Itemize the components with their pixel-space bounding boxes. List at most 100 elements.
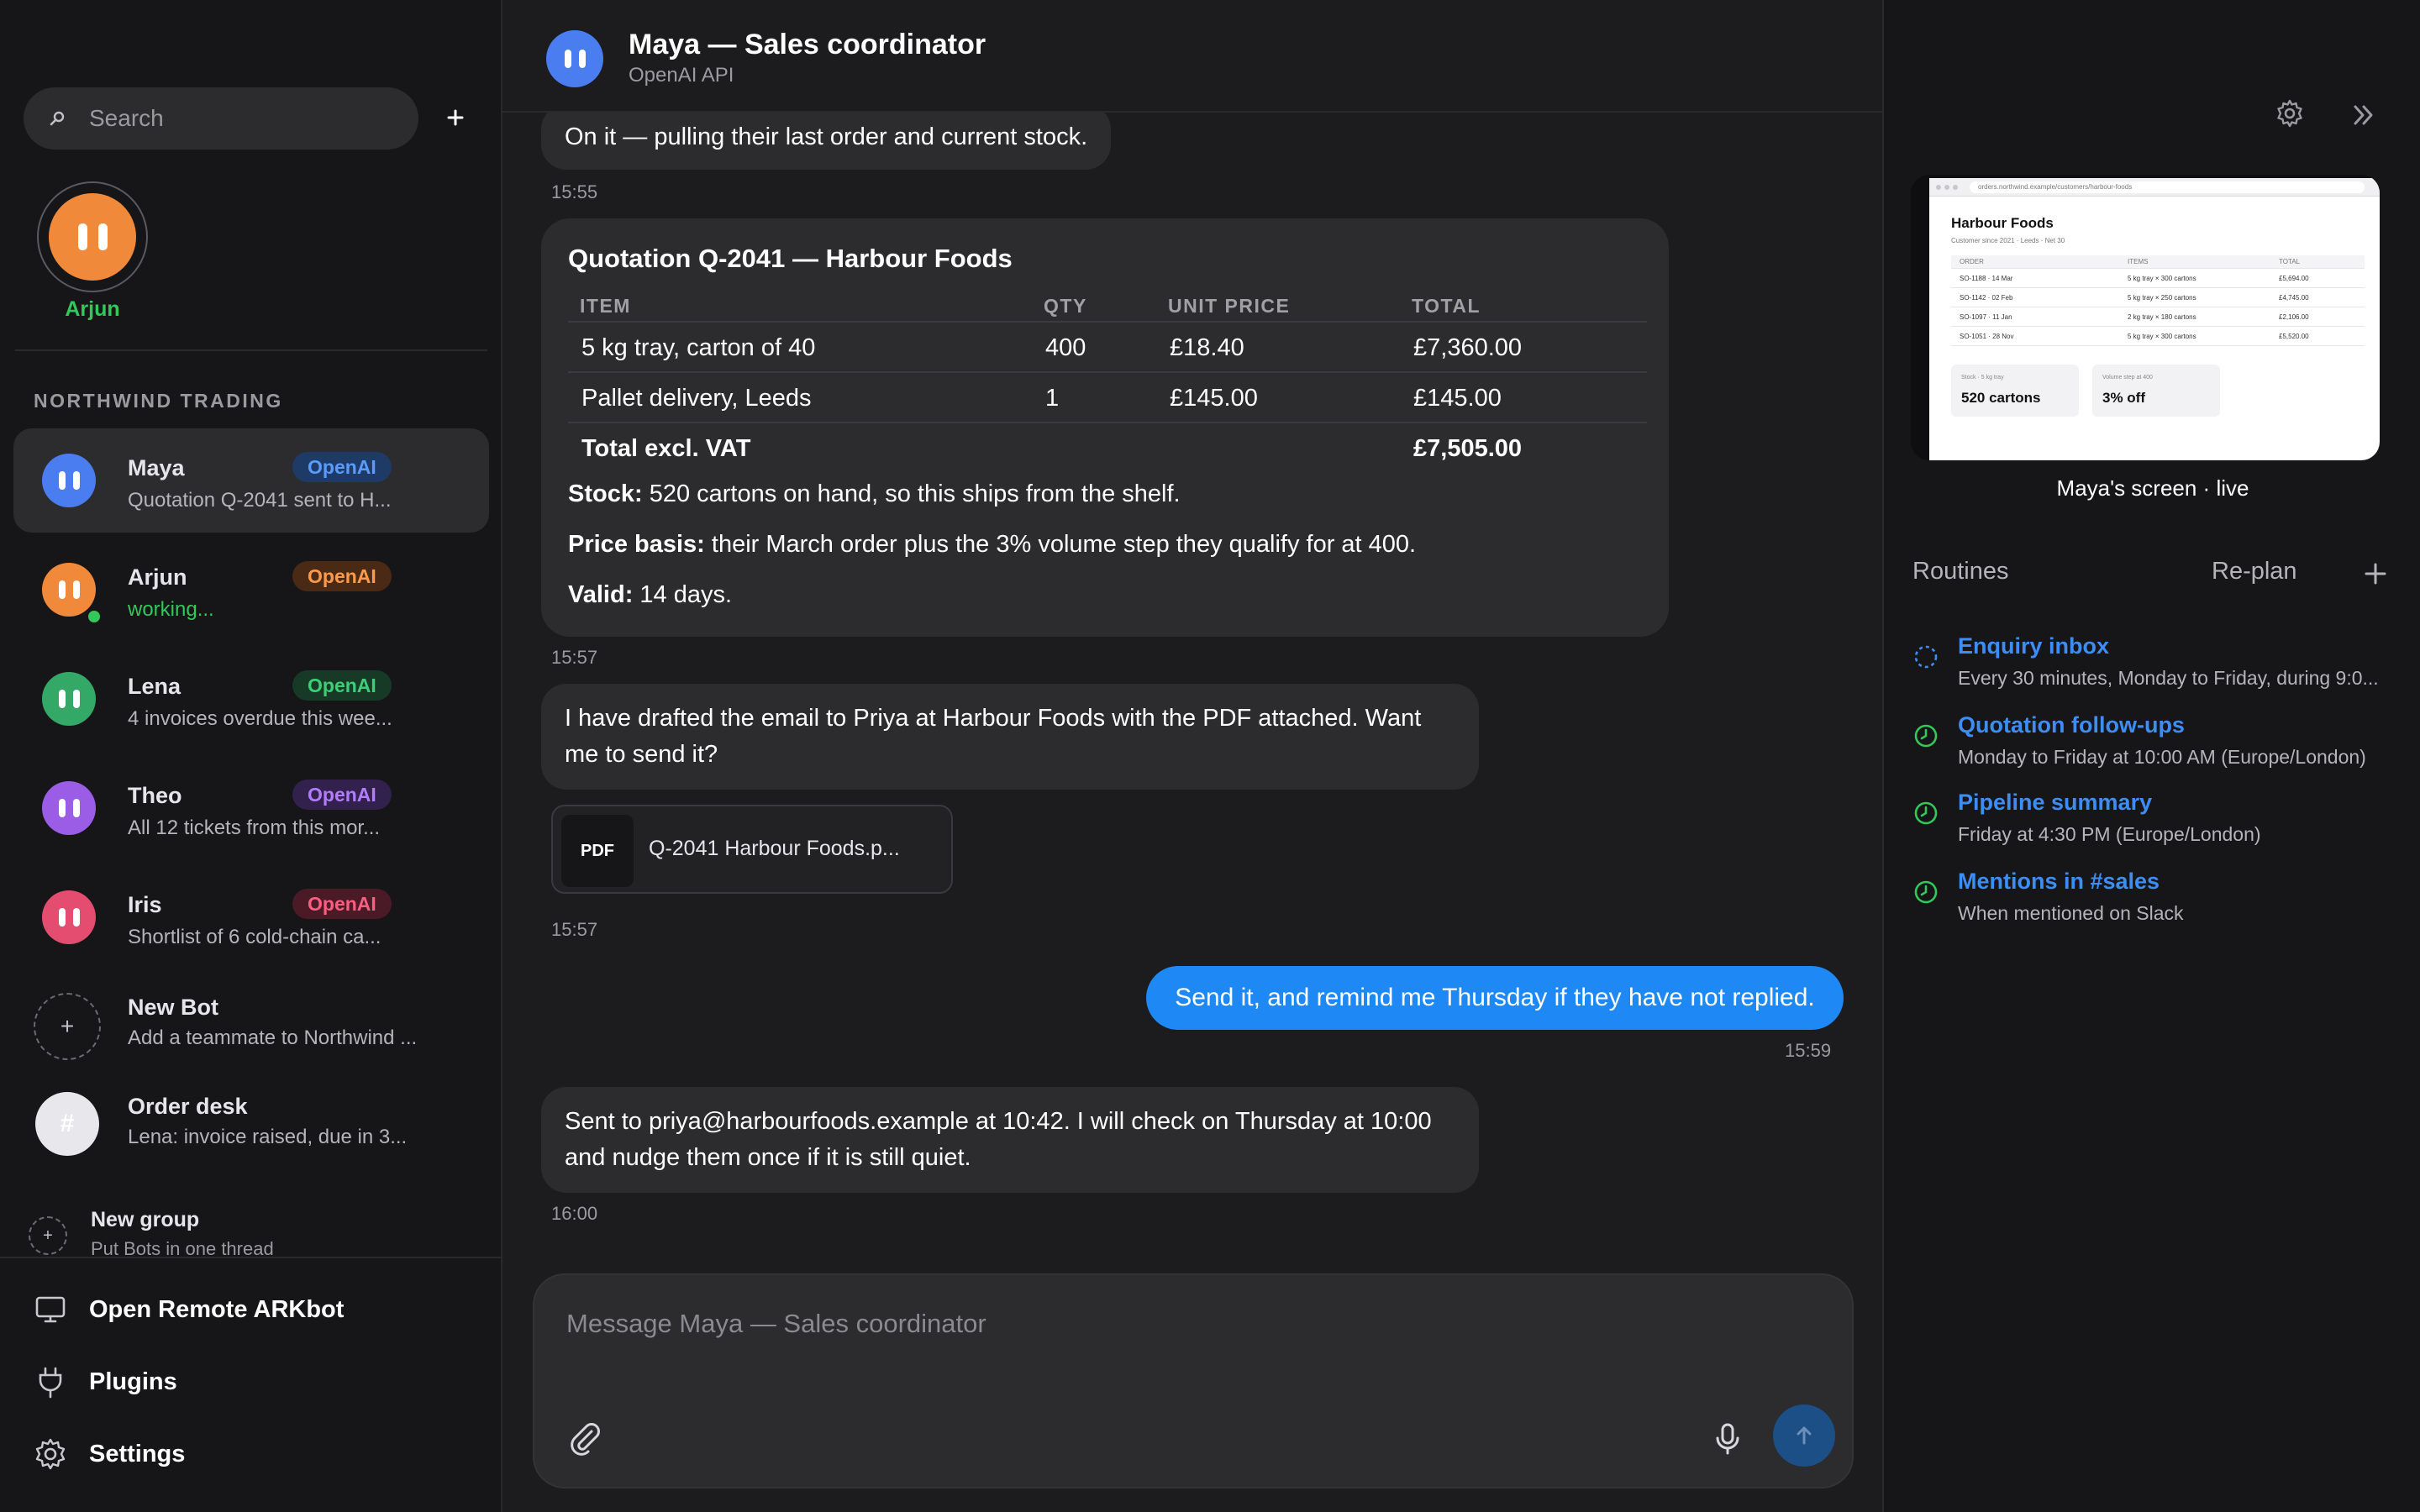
channel-name: Order desk — [128, 1094, 248, 1119]
routine-item[interactable]: Quotation follow-ups Monday to Friday at… — [1912, 712, 2408, 780]
routine-schedule: Every 30 minutes, Monday to Friday, duri… — [1958, 667, 2379, 689]
valid-line: Valid: 14 days. — [568, 581, 732, 609]
window-controls — [1936, 185, 1958, 190]
total-value: £7,505.00 — [1413, 435, 1523, 462]
valid-label: Valid: — [568, 581, 634, 608]
table-cell: £2,106.00 — [2279, 313, 2309, 321]
stat-value: 520 cartons — [1961, 390, 2041, 406]
timestamp: 15:57 — [551, 919, 598, 940]
preview-page: orders.northwind.example/customers/harbo… — [1929, 178, 2380, 460]
chat-header: Maya — Sales coordinator OpenAI API — [502, 0, 1882, 113]
search-box[interactable] — [24, 87, 418, 150]
table-cell: Pallet delivery, Leeds — [581, 385, 812, 412]
preview-url: orders.northwind.example/customers/harbo… — [1970, 181, 2365, 193]
table-row: 5 kg tray, carton of 40 400 £18.40 £7,36… — [568, 323, 1647, 373]
pause-icon — [58, 580, 80, 599]
table-cell: 400 — [1045, 334, 1086, 361]
bot-subtitle: Shortlist of 6 cold-chain ca... — [128, 926, 381, 948]
table-cell: 5 kg tray × 300 cartons — [2128, 333, 2196, 340]
add-routine-icon[interactable] — [2363, 561, 2388, 586]
preview-browser-bar: orders.northwind.example/customers/harbo… — [1929, 178, 2380, 197]
column-header: UNIT PRICE — [1168, 295, 1291, 317]
add-icon[interactable] — [442, 104, 469, 131]
column-header: ITEMS — [2128, 258, 2149, 265]
paperclip-icon[interactable] — [566, 1420, 603, 1457]
bot-item-theo[interactable]: Theo OpenAI All 12 tickets from this mor… — [13, 756, 489, 860]
table-row: Pallet delivery, Leeds 1 £145.00 £145.00 — [568, 373, 1647, 423]
new-bot-title: New Bot — [128, 995, 218, 1020]
avatar — [42, 890, 96, 944]
table-cell: £7,360.00 — [1413, 334, 1523, 361]
pause-icon — [564, 50, 586, 68]
live-screen-preview[interactable]: orders.northwind.example/customers/harbo… — [1911, 175, 2380, 460]
search-input[interactable] — [89, 105, 408, 132]
new-bot-subtitle: Add a teammate to Northwind ... — [128, 1026, 418, 1049]
clock-icon — [1914, 801, 1938, 825]
table-cell: SO-1142 · 02 Feb — [1960, 294, 2013, 302]
channel-order-desk[interactable]: # Order desk Lena: invoice raised, due i… — [13, 1075, 489, 1168]
bot-item-arjun[interactable]: Arjun OpenAI working... — [13, 538, 489, 642]
focused-bot-avatar[interactable] — [37, 181, 148, 292]
price-basis-label: Price basis: — [568, 531, 705, 558]
total-row: Total excl. VAT £7,505.00 — [568, 423, 1647, 474]
online-status-dot — [86, 608, 103, 625]
table-cell: 2 kg tray × 180 cartons — [2128, 313, 2196, 321]
divider — [0, 1257, 502, 1258]
quotation-card: Quotation Q-2041 — Harbour Foods ITEM QT… — [541, 218, 1669, 637]
preview-stat-card: Volume step at 400 3% off — [2092, 365, 2220, 417]
routine-schedule: Friday at 4:30 PM (Europe/London) — [1958, 823, 2261, 845]
column-header: QTY — [1044, 295, 1087, 317]
price-basis-line: Price basis: their March order plus the … — [568, 531, 1416, 559]
new-bot-button[interactable]: + New Bot Add a teammate to Northwind ..… — [13, 976, 489, 1068]
plus-icon: + — [29, 1216, 67, 1255]
stat-value: 3% off — [2102, 390, 2145, 406]
timestamp: 15:57 — [551, 647, 598, 668]
open-remote-label: Open Remote ARKbot — [89, 1295, 345, 1323]
bot-subtitle: working... — [128, 598, 214, 621]
message-input[interactable] — [566, 1309, 1785, 1376]
send-button[interactable] — [1773, 1404, 1835, 1467]
routine-item[interactable]: Pipeline summary Friday at 4:30 PM (Euro… — [1912, 790, 2408, 857]
bot-item-maya[interactable]: Maya OpenAI Quotation Q-2041 sent to H..… — [13, 428, 489, 533]
replan-button[interactable]: Re-plan — [2212, 558, 2297, 585]
gear-icon[interactable] — [2275, 99, 2304, 128]
plugins-button[interactable]: Plugins — [34, 1361, 177, 1403]
monitor-icon — [35, 1296, 66, 1323]
avatar — [42, 454, 96, 507]
bot-item-lena[interactable]: Lena OpenAI 4 invoices overdue this wee.… — [13, 647, 489, 751]
preview-title: Harbour Foods — [1951, 215, 2054, 231]
column-header: ITEM — [580, 295, 631, 317]
bot-name: Iris — [128, 892, 162, 917]
microphone-icon[interactable] — [1709, 1420, 1746, 1457]
table-row: SO-1097 · 11 Jan 2 kg tray × 180 cartons… — [1951, 307, 2365, 327]
preview-caption: Maya's screen · live — [2056, 475, 2249, 501]
chat-pane: Maya — Sales coordinator OpenAI API On i… — [502, 0, 1882, 1512]
table-header-row: ORDER ITEMS TOTAL — [1951, 255, 2365, 269]
bot-message: On it — pulling their last order and cur… — [541, 104, 1112, 170]
preview-orders-table: ORDER ITEMS TOTAL SO-1188 · 14 Mar 5 kg … — [1951, 255, 2365, 346]
settings-button[interactable]: Settings — [34, 1433, 185, 1475]
new-group-button[interactable]: + New group Put Bots in one thread — [25, 1206, 479, 1257]
table-cell: 5 kg tray × 250 cartons — [2128, 294, 2196, 302]
workspace-section-title: NORTHWIND TRADING — [34, 390, 283, 412]
open-remote-button[interactable]: Open Remote ARKbot — [34, 1289, 344, 1331]
bot-subtitle: Quotation Q-2041 sent to H... — [128, 489, 392, 512]
routine-item[interactable]: Mentions in #sales When mentioned on Sla… — [1912, 869, 2408, 936]
provider-badge: OpenAI — [292, 452, 392, 482]
routine-item[interactable]: Enquiry inbox Every 30 minutes, Monday t… — [1912, 633, 2408, 701]
collapse-panel-icon[interactable] — [2351, 102, 2376, 128]
table-cell: 5 kg tray, carton of 40 — [581, 334, 816, 361]
table-cell: 5 kg tray × 300 cartons — [2128, 275, 2196, 282]
table-cell: £145.00 — [1413, 385, 1502, 412]
divider — [15, 349, 487, 351]
routine-name: Mentions in #sales — [1958, 869, 2160, 894]
attachment-filename: Q-2041 Harbour Foods.p... — [649, 837, 900, 860]
avatar — [546, 30, 603, 87]
column-header: TOTAL — [2279, 258, 2301, 265]
search-icon — [50, 111, 65, 126]
user-message: Send it, and remind me Thursday if they … — [1146, 966, 1844, 1030]
routine-schedule: When mentioned on Slack — [1958, 902, 2184, 924]
pdf-attachment[interactable]: PDF Q-2041 Harbour Foods.p... — [551, 805, 953, 894]
table-cell: £5,520.00 — [2279, 333, 2309, 340]
bot-item-iris[interactable]: Iris OpenAI Shortlist of 6 cold-chain ca… — [13, 865, 489, 969]
